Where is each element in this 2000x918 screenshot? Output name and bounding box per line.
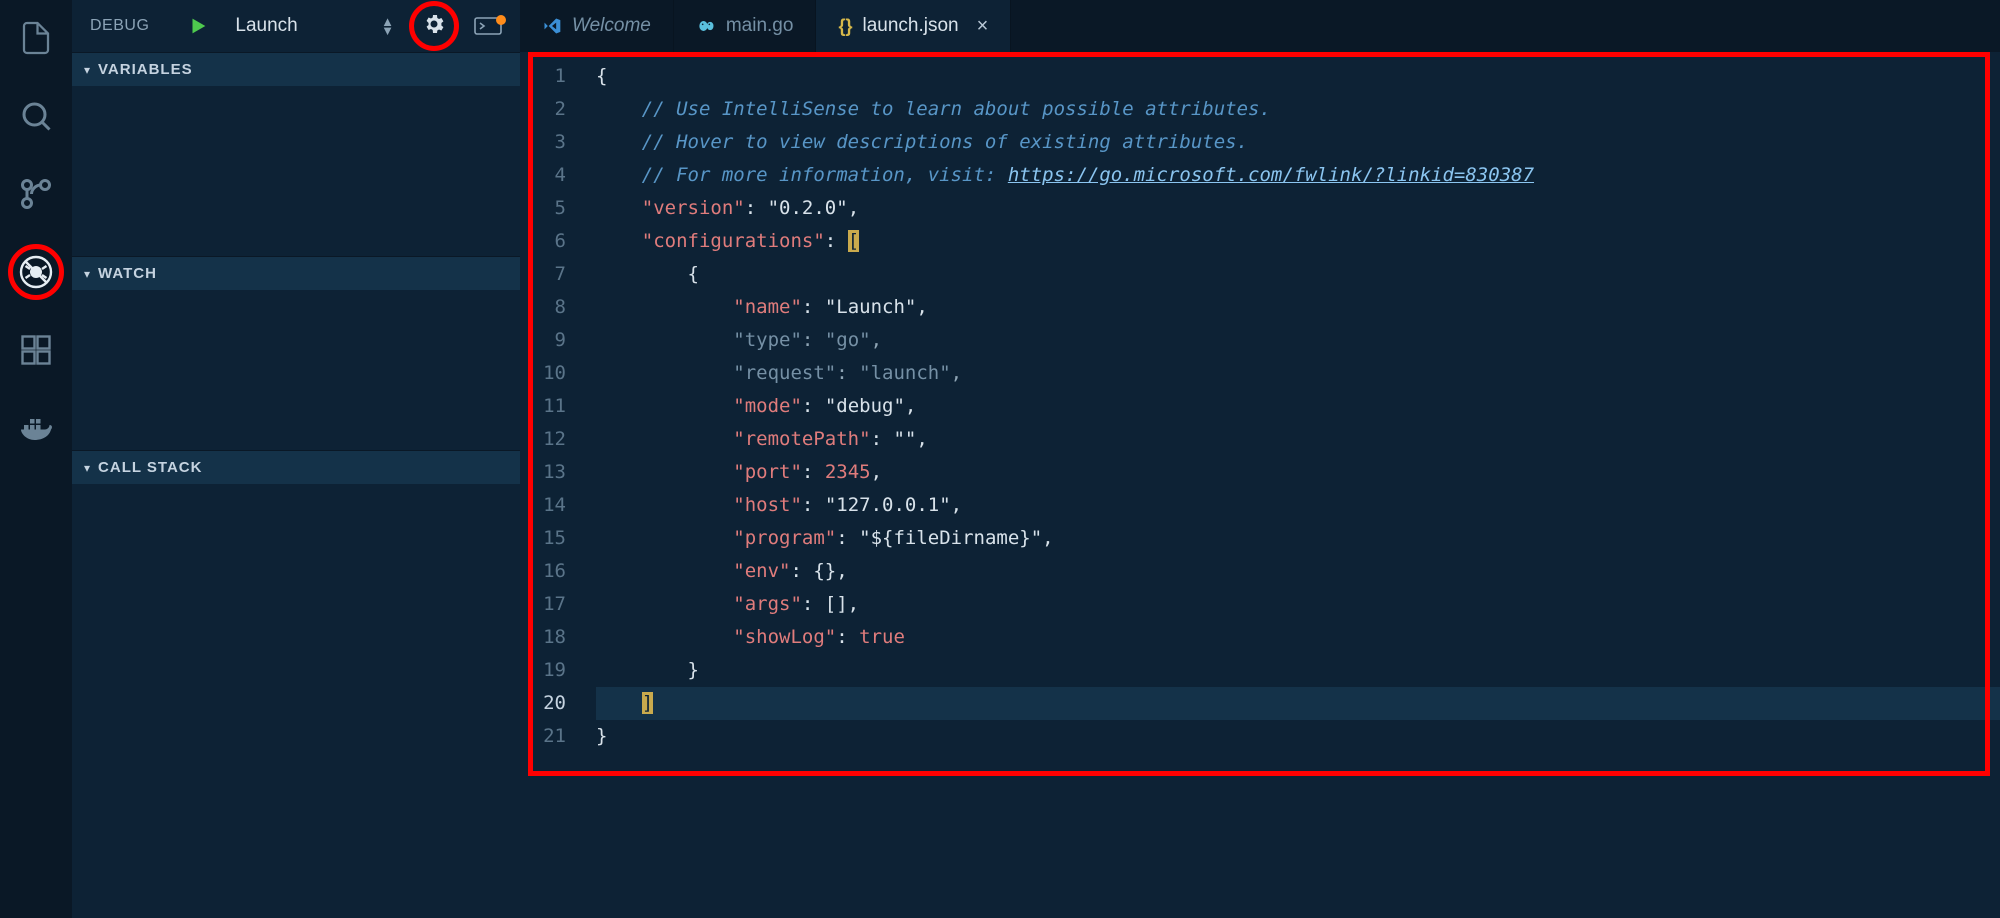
editor-tabs: Welcome main.go {} launch.json ×	[520, 0, 2000, 52]
docker-icon	[18, 410, 54, 446]
chevron-down-icon: ▾	[84, 461, 90, 475]
search-icon	[18, 98, 54, 134]
gear-icon	[422, 12, 446, 36]
tab-close-button[interactable]: ×	[977, 15, 989, 38]
tab-label: Welcome	[572, 15, 651, 37]
activity-debug[interactable]	[12, 248, 60, 296]
watch-body	[72, 290, 520, 450]
variables-panel: ▾ VARIABLES	[72, 52, 520, 256]
activity-source-control[interactable]	[12, 170, 60, 218]
tab-label: main.go	[726, 15, 794, 37]
watch-title: WATCH	[98, 265, 157, 282]
activity-extensions[interactable]	[12, 326, 60, 374]
activity-search[interactable]	[12, 92, 60, 140]
watch-panel: ▾ WATCH	[72, 256, 520, 450]
debug-console-button[interactable]	[474, 17, 502, 35]
watch-header[interactable]: ▾ WATCH	[72, 257, 520, 290]
chevron-down-icon: ▾	[84, 63, 90, 77]
sidebar-title: DEBUG	[90, 17, 149, 35]
start-debug-button[interactable]	[187, 15, 209, 37]
activity-files[interactable]	[12, 14, 60, 62]
tab-main-go[interactable]: main.go	[674, 0, 817, 52]
variables-title: VARIABLES	[98, 61, 193, 78]
line-gutter: 123456789101112131415161718192021	[520, 60, 596, 918]
settings-gear-button[interactable]	[422, 12, 446, 41]
config-stepper[interactable]: ▲▼	[381, 17, 394, 35]
callstack-panel: ▾ CALL STACK	[72, 450, 520, 764]
activity-docker[interactable]	[12, 404, 60, 452]
tab-label: launch.json	[862, 15, 958, 37]
files-icon	[18, 20, 54, 56]
vscode-icon	[542, 16, 562, 36]
git-icon	[18, 176, 54, 212]
debug-config-dropdown[interactable]: Launch	[235, 15, 363, 37]
code-content[interactable]: { // Use IntelliSense to learn about pos…	[596, 60, 2000, 918]
go-icon	[696, 16, 716, 36]
debug-sidebar: DEBUG Launch ▲▼ ▾ VARIABLES ▾ WATCH	[72, 0, 520, 918]
editor-body[interactable]: 123456789101112131415161718192021 { // U…	[520, 52, 2000, 918]
play-icon	[187, 15, 209, 37]
notification-dot	[496, 15, 506, 25]
sidebar-header: DEBUG Launch ▲▼	[72, 0, 520, 52]
tab-welcome[interactable]: Welcome	[520, 0, 674, 52]
extensions-icon	[18, 332, 54, 368]
activity-bar	[0, 0, 72, 918]
bug-icon	[18, 254, 54, 290]
json-icon: {}	[838, 16, 852, 37]
editor-area: Welcome main.go {} launch.json × 1234567…	[520, 0, 2000, 918]
variables-body	[72, 86, 520, 256]
callstack-title: CALL STACK	[98, 459, 202, 476]
callstack-body	[72, 484, 520, 764]
tab-launch-json[interactable]: {} launch.json ×	[816, 0, 1011, 52]
callstack-header[interactable]: ▾ CALL STACK	[72, 451, 520, 484]
variables-header[interactable]: ▾ VARIABLES	[72, 53, 520, 86]
chevron-down-icon: ▾	[84, 267, 90, 281]
